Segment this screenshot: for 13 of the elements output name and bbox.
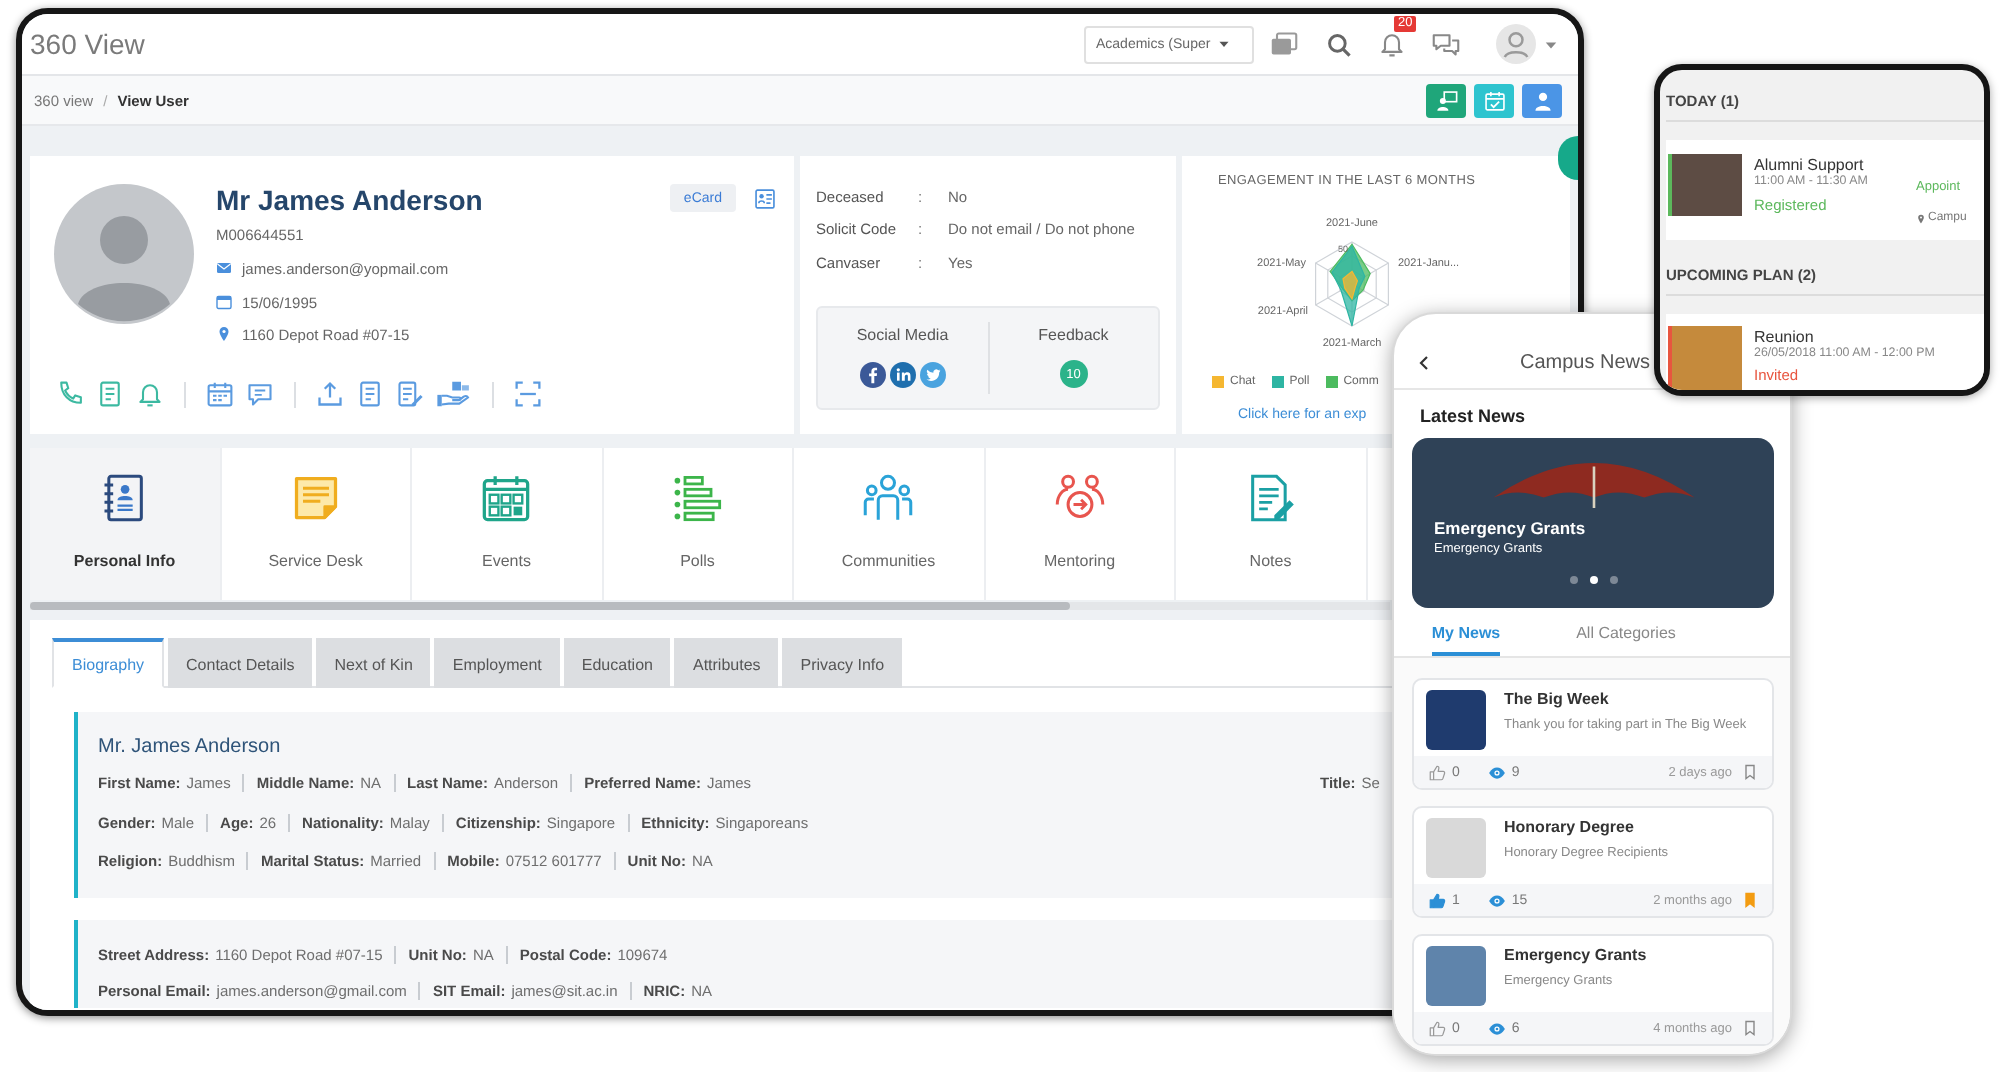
profile-name: Mr James Anderson	[216, 184, 483, 216]
window-title: 360 View	[30, 28, 145, 60]
banner-title: Emergency Grants	[1434, 518, 1586, 538]
section-heading: Mr. James Anderson	[98, 738, 281, 758]
screen-title: Campus News	[1519, 352, 1651, 374]
news-title: The Big Week	[1504, 690, 1609, 710]
event-title: Reunion	[1754, 328, 1814, 346]
news-title: Honorary Degree	[1504, 818, 1634, 838]
social-media-label: Social Media	[856, 326, 949, 344]
event-title: Alumni Support	[1754, 156, 1864, 174]
news-title: Emergency Grants	[1504, 946, 1647, 966]
feedback-label: Feedback	[1038, 326, 1109, 344]
section-title: Latest News	[1418, 404, 1526, 426]
